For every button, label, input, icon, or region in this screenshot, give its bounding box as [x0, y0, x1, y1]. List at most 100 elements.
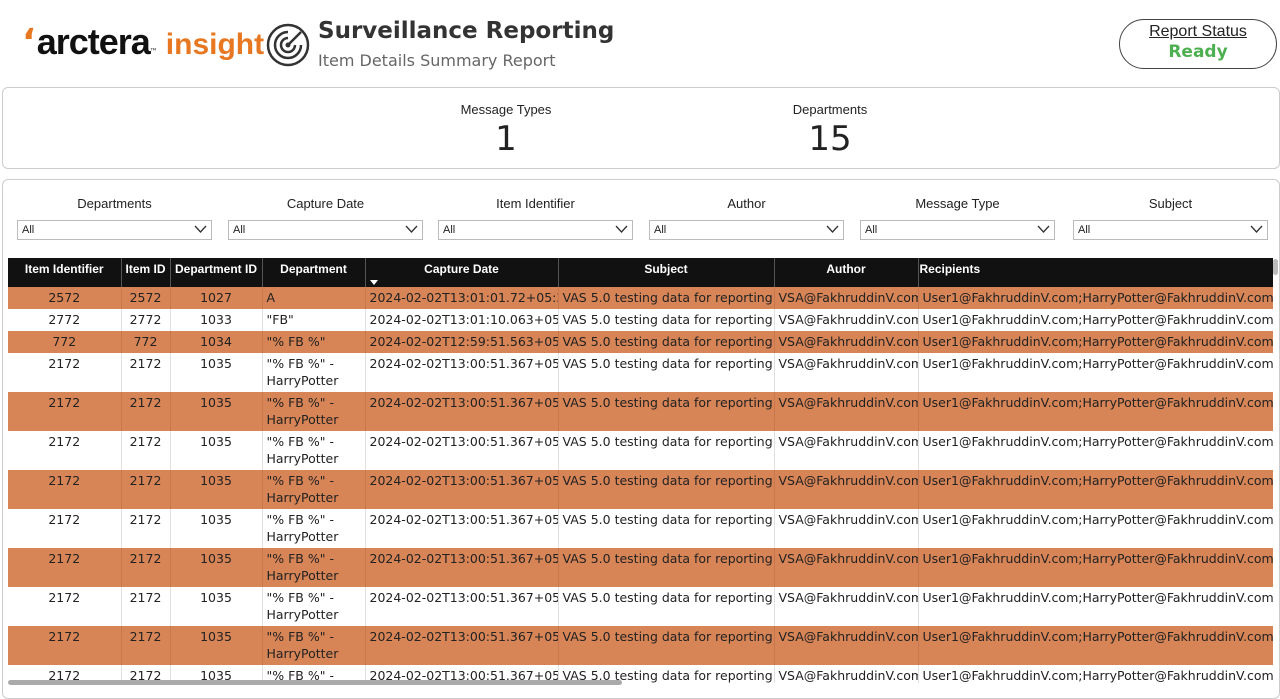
filter-dropdown[interactable]: All [1073, 220, 1268, 240]
table-cell: 2024-02-02T13:00:51.367+05:30 [365, 353, 559, 392]
data-table: Item Identifier Item ID Department ID Depar… [8, 258, 1273, 683]
table-cell: User1@FakhruddinV.com;HarryPotter@Fakhru… [918, 353, 1273, 392]
table-cell: VSA@FakhruddinV.com [774, 665, 919, 683]
table-cell: 1034 [170, 331, 263, 353]
chevron-down-icon [1037, 225, 1050, 233]
table-cell: User1@FakhruddinV.com;HarryPotter@Fakhru… [918, 331, 1273, 353]
chevron-down-icon [826, 225, 839, 233]
logo-insight-text: insight [165, 28, 265, 61]
table-row[interactable]: 217221721035"% FB %" - HarryPotter2024-0… [8, 470, 1273, 509]
table-cell: User1@FakhruddinV.com;HarryPotter@Fakhru… [918, 548, 1273, 587]
table-cell: 2024-02-02T13:00:51.367+05:30 [365, 548, 559, 587]
table-cell: 2172 [121, 626, 171, 665]
filter-label: Departments [77, 196, 152, 211]
table-row[interactable]: 772 772 1034 "% FB %" 2024-02-02T12:59:51.56… [8, 331, 1273, 353]
table-cell: 1035 [170, 431, 263, 470]
table-cell: 2172 [121, 353, 171, 392]
filter-label: Item Identifier [496, 196, 575, 211]
filter-subject: Subject All [1073, 196, 1268, 240]
filter-dropdown[interactable]: All [860, 220, 1055, 240]
report-status-link[interactable]: Report Status [1120, 23, 1276, 41]
column-header[interactable]: Recipients [918, 258, 1273, 287]
table-row[interactable]: 217221721035"% FB %" - HarryPotter2024-0… [8, 431, 1273, 470]
column-header[interactable]: Item Identifier [8, 258, 122, 287]
table-cell: "FB" [262, 309, 366, 331]
kpi-value: 15 [808, 119, 852, 159]
table-cell: 2024-02-02T13:00:51.367+05:30 [365, 392, 559, 431]
table-cell: 2024-02-02T13:00:51.367+05:30 [365, 470, 559, 509]
table-cell: 1033 [170, 309, 263, 331]
table-header-row: Item Identifier Item ID Department ID Depar… [8, 258, 1273, 287]
table-cell: VSA@FakhruddinV.com [774, 331, 919, 353]
table-row[interactable]: 217221721035"% FB %" - HarryPotter2024-0… [8, 353, 1273, 392]
filter-dropdown[interactable]: All [649, 220, 844, 240]
kpi-message-types: Message Types 1 [406, 102, 606, 159]
table-cell: 2024-02-02T12:59:51.563+05:30 [365, 331, 559, 353]
filter-selected-value: All [443, 224, 456, 236]
table-cell: 2024-02-02T13:00:51.367+05:30 [365, 431, 559, 470]
column-header[interactable]: Capture Date [365, 258, 559, 287]
filter-dropdown[interactable]: All [17, 220, 212, 240]
table-cell: "% FB %" - HarryPotter [262, 470, 366, 509]
table-body: 2572 2572 1027 A 2024-02-02T13:01:01.72+05:3… [8, 287, 1273, 683]
page-subtitle: Item Details Summary Report [318, 51, 556, 70]
table-cell: VSA@FakhruddinV.com [774, 548, 919, 587]
table-cell: 2572 [8, 287, 122, 309]
filter-label: Message Type [915, 196, 1000, 211]
table-cell: 2172 [8, 353, 122, 392]
table-row[interactable]: 2772 2772 1033 "FB" 2024-02-02T13:01:10.063+… [8, 309, 1273, 331]
table-cell: 2024-02-02T13:00:51.367+05:30 [365, 587, 559, 626]
filter-capture-date: Capture Date All [228, 196, 423, 240]
table-cell: User1@FakhruddinV.com;HarryPotter@Fakhru… [918, 431, 1273, 470]
table-row[interactable]: 217221721035"% FB %" - HarryPotter2024-0… [8, 587, 1273, 626]
table-cell: 2772 [121, 309, 171, 331]
table-row[interactable]: 217221721035"% FB %" - HarryPotter2024-0… [8, 509, 1273, 548]
vertical-scrollbar[interactable] [1273, 259, 1278, 275]
filter-label: Capture Date [286, 196, 365, 211]
table-cell: VAS 5.0 testing data for reporting 99 [558, 470, 775, 509]
table-cell: 2172 [121, 509, 171, 548]
table-row[interactable]: 217221721035"% FB %" - HarryPotter2024-0… [8, 626, 1273, 665]
table-cell: VAS 5.0 testing data for reporting 99 [558, 353, 775, 392]
page-title: Surveillance Reporting [318, 18, 615, 44]
column-header[interactable]: Item ID [121, 258, 171, 287]
table-cell: VSA@FakhruddinV.com [774, 309, 919, 331]
table-cell: VAS 5.0 testing data for reporting 99 [558, 431, 775, 470]
table-cell: 772 [8, 331, 122, 353]
table-cell: VAS 5.0 testing data for reporting 99 [558, 587, 775, 626]
table-cell: 2172 [121, 431, 171, 470]
table-cell: 2172 [121, 587, 171, 626]
table-cell: VAS 5.0 testing data for reporting 99 [558, 331, 775, 353]
filter-departments: Departments All [17, 196, 212, 240]
table-row[interactable]: 217221721035"% FB %" - HarryPotter2024-0… [8, 548, 1273, 587]
column-header[interactable]: Department ID [170, 258, 263, 287]
horizontal-scrollbar[interactable] [8, 680, 622, 685]
table-cell: A [262, 287, 366, 309]
table-cell: 2172 [8, 431, 122, 470]
filter-dropdown[interactable]: All [228, 220, 423, 240]
table-cell: VSA@FakhruddinV.com [774, 626, 919, 665]
table-cell: User1@FakhruddinV.com;HarryPotter@Fakhru… [918, 309, 1273, 331]
table-cell: User1@FakhruddinV.com;HarryPotter@Fakhru… [918, 626, 1273, 665]
table-cell: 2172 [8, 626, 122, 665]
table-cell: 2172 [8, 509, 122, 548]
column-header[interactable]: Subject [558, 258, 775, 287]
item-details-table[interactable]: Item Identifier Item ID Department ID Depar… [8, 258, 1273, 683]
table-cell: "% FB %" - HarryPotter [262, 509, 366, 548]
chevron-down-icon [1250, 225, 1263, 233]
table-cell: User1@FakhruddinV.com;HarryPotter@Fakhru… [918, 509, 1273, 548]
kpi-departments: Departments 15 [730, 102, 930, 159]
table-row[interactable]: 2572 2572 1027 A 2024-02-02T13:01:01.72+05:3… [8, 287, 1273, 309]
table-cell: 1035 [170, 392, 263, 431]
table-cell: 1035 [170, 548, 263, 587]
column-header[interactable]: Author [774, 258, 919, 287]
filter-message-type: Message Type All [860, 196, 1055, 240]
table-cell: VSA@FakhruddinV.com [774, 509, 919, 548]
column-header[interactable]: Department [262, 258, 366, 287]
logo-arctera-text: arctera [36, 21, 151, 62]
kpi-label: Departments [792, 102, 868, 117]
table-cell: 2172 [121, 470, 171, 509]
filter-dropdown[interactable]: All [438, 220, 633, 240]
table-cell: 2024-02-02T13:00:51.367+05:30 [365, 626, 559, 665]
table-row[interactable]: 217221721035"% FB %" - HarryPotter2024-0… [8, 392, 1273, 431]
